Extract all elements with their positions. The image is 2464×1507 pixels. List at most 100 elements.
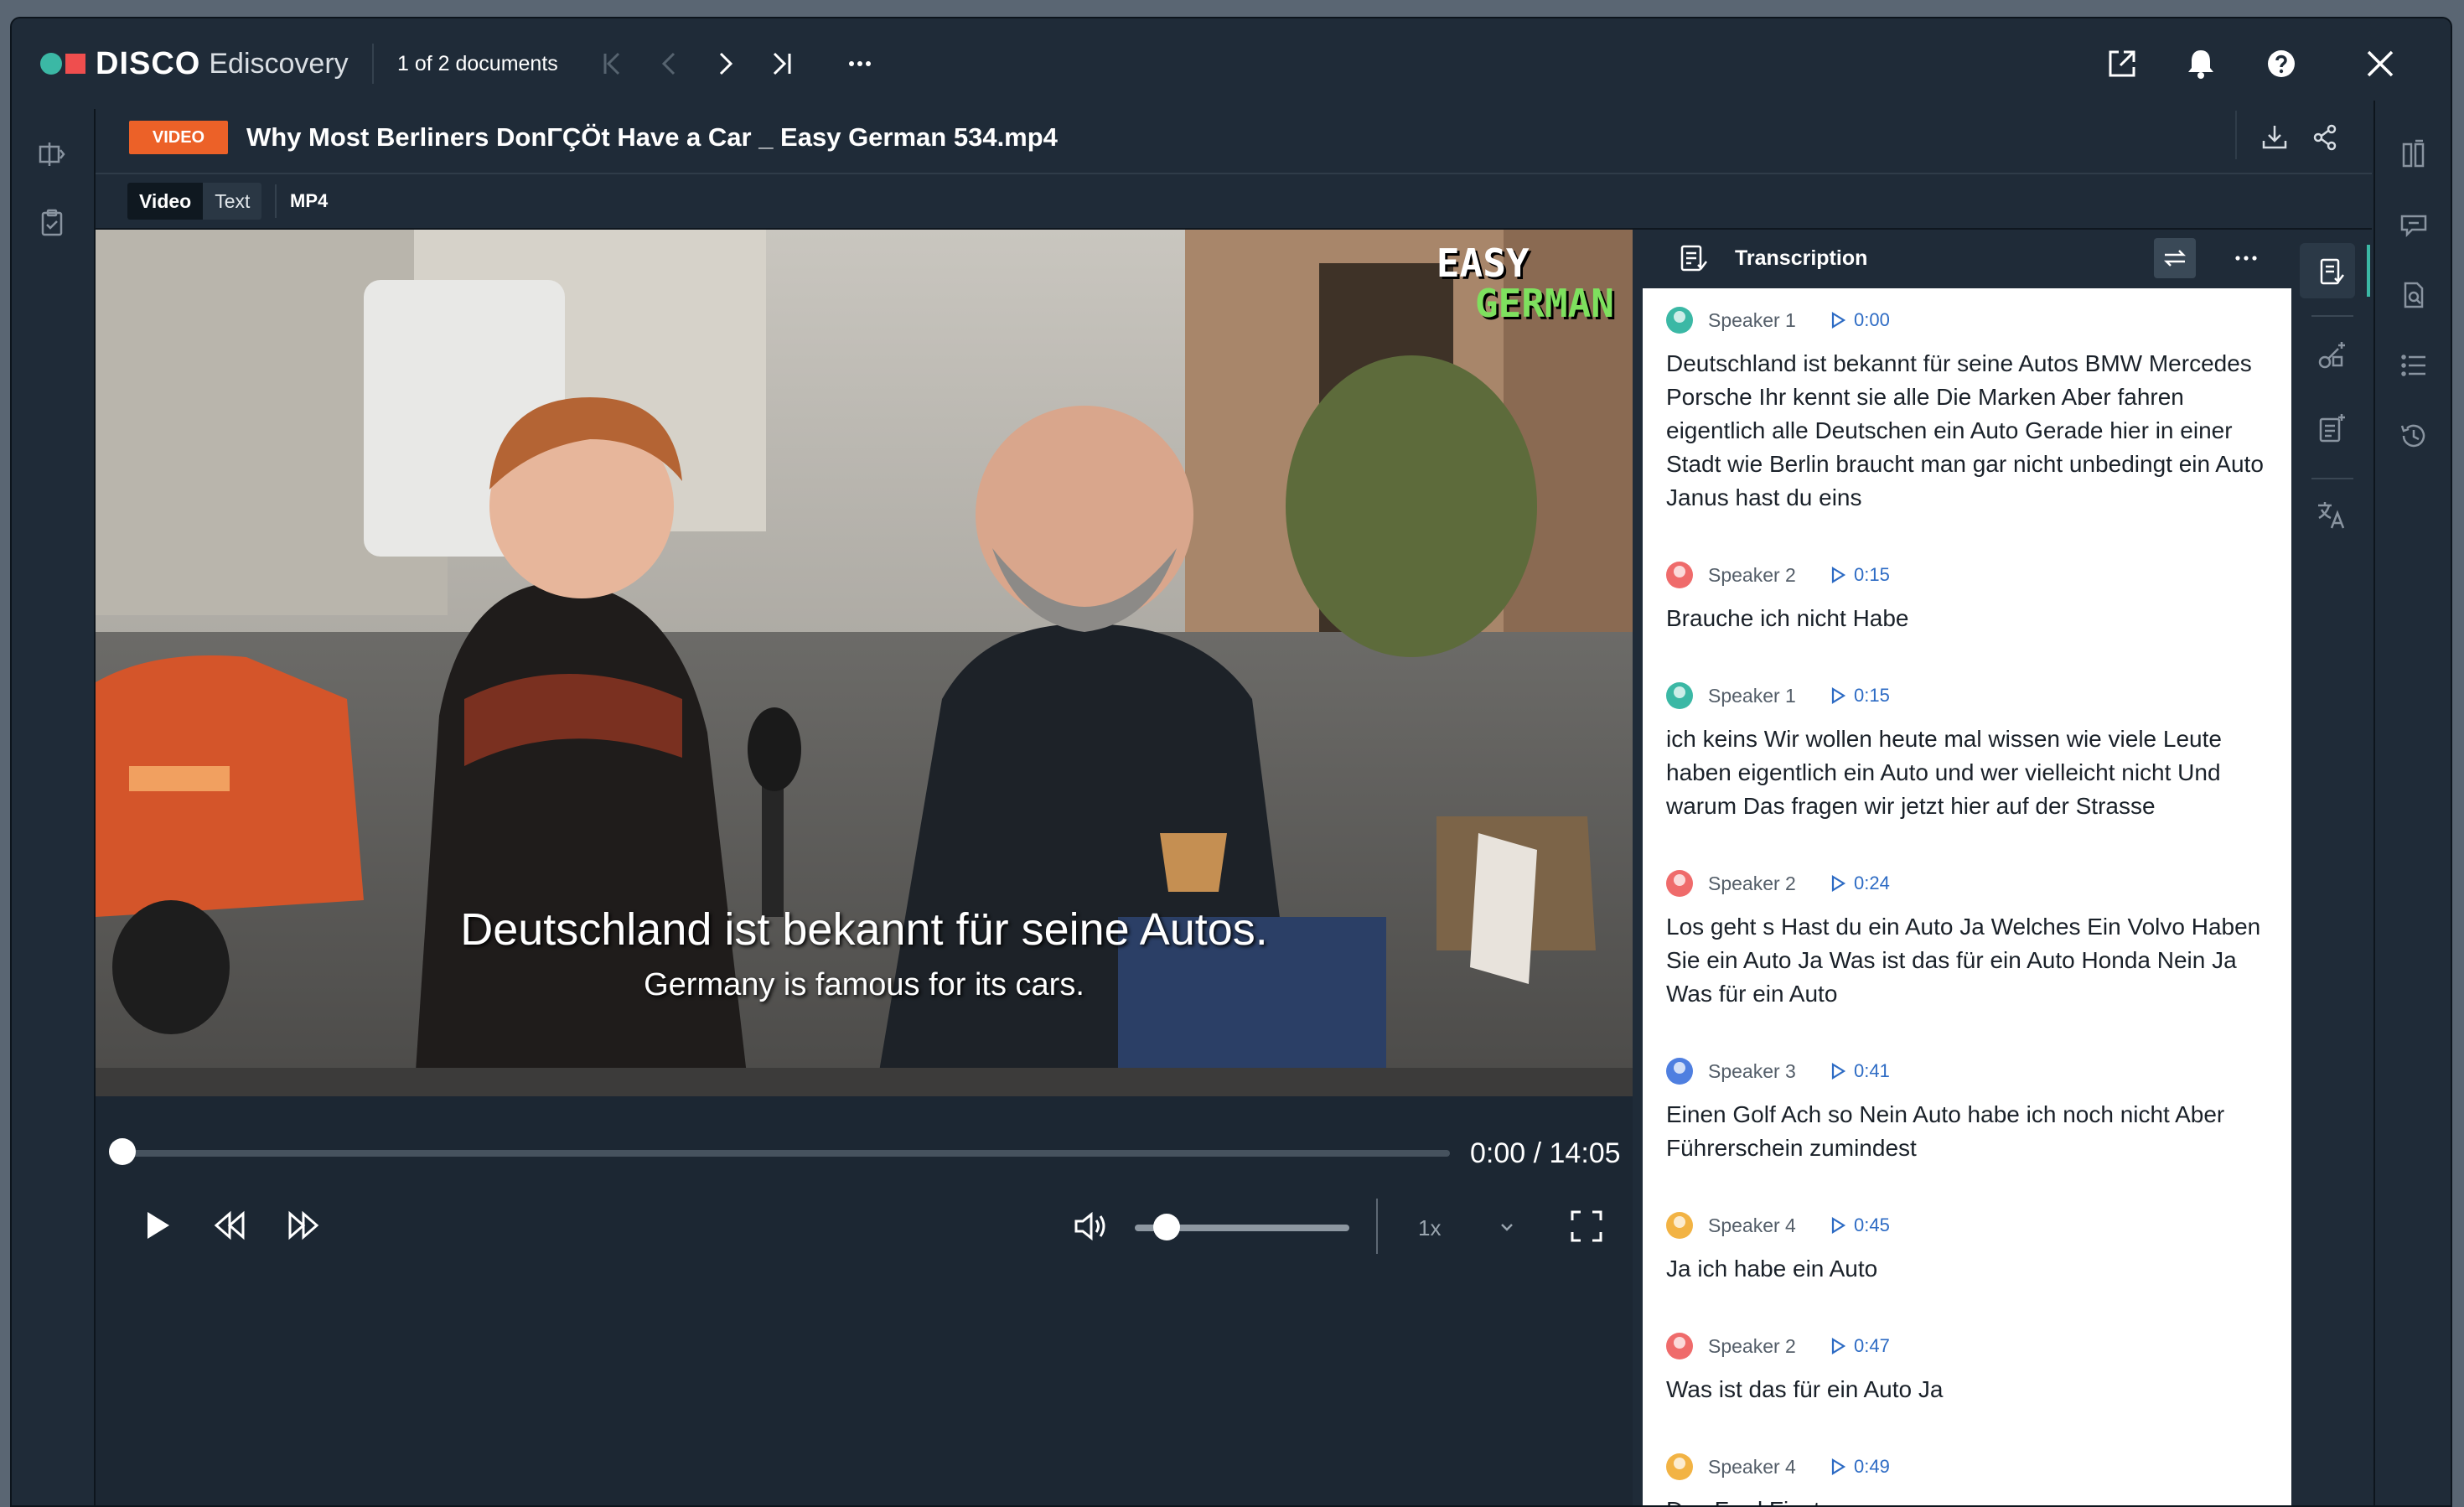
document-type-badge: VIDEO [129,121,228,154]
annotate-icon[interactable] [2315,339,2348,372]
play-segment-icon[interactable] [1825,872,1849,895]
speaker-avatar [1666,1212,1693,1239]
segment-text: Los geht s Hast du ein Auto Ja Welches E… [1666,914,2261,1007]
app-logo[interactable]: DISCO Ediscovery [40,42,349,85]
subtitle-english: Germany is famous for its cars. [644,967,1084,1002]
panel-toggle-icon[interactable] [35,137,69,171]
clipboard-check-icon[interactable] [35,206,69,240]
transcription-title: Transcription [1735,246,1868,270]
open-external-icon[interactable] [2100,42,2144,85]
volume-icon[interactable] [1069,1205,1111,1247]
segment-timestamp[interactable]: 0:00 [1854,309,1890,331]
rewind-icon[interactable] [208,1204,251,1247]
segment-timestamp[interactable]: 0:15 [1854,685,1890,707]
tab-mp4[interactable]: MP4 [290,183,328,220]
transcript-segment[interactable]: Speaker 3 0:41 Einen Golf Ach so Nein Auto… [1666,1054,2278,1165]
first-page-icon[interactable] [592,44,632,84]
view-tab-group: Video Text [127,183,262,220]
share-icon[interactable] [2308,121,2342,154]
sync-icon [2163,250,2187,267]
transcript-segment[interactable]: Speaker 1 0:15 ich keins Wir wollen heute … [1666,679,2278,823]
transcript-segment[interactable]: Speaker 4 0:49 Das Ford Fiesta [1666,1450,2278,1505]
list-icon[interactable] [2397,349,2430,382]
speaker-avatar [1666,870,1693,897]
close-icon[interactable] [2358,42,2402,85]
segment-text: Das Ford Fiesta [1666,1494,2278,1505]
play-segment-icon[interactable] [1825,1334,1849,1358]
transcript-segment[interactable]: Speaker 2 0:47 Was ist das für ein Auto Ja [1666,1329,2278,1406]
play-icon[interactable] [134,1204,178,1247]
seek-bar[interactable] [121,1150,1450,1157]
transcription-icon[interactable] [2315,255,2348,288]
transcription-panel: Transcription Speaker 1 0:00 Deutschland i… [1643,230,2291,1505]
speaker-name: Speaker 4 [1708,1455,1796,1478]
history-icon[interactable] [2397,419,2430,453]
previous-icon[interactable] [649,44,689,84]
play-segment-icon[interactable] [1825,308,1849,332]
notes-icon[interactable] [2315,411,2348,444]
logo-product: Ediscovery [209,47,349,80]
speaker-avatar [1666,682,1693,709]
segment-header: Speaker 4 0:49 [1666,1450,2278,1484]
fast-forward-icon[interactable] [282,1204,325,1247]
top-bar: DISCO Ediscovery 1 of 2 documents [12,18,2451,109]
download-icon[interactable] [2258,121,2291,154]
segment-timestamp[interactable]: 0:45 [1854,1214,1890,1236]
segment-timestamp[interactable]: 0:41 [1854,1060,1890,1082]
volume-handle[interactable] [1152,1214,1180,1240]
divider [2311,478,2353,479]
tab-text[interactable]: Text [203,183,261,220]
last-page-icon[interactable] [763,44,803,84]
subtitle-german: Deutschland ist bekannt für seine Autos. [460,904,1268,955]
comments-icon[interactable] [2397,208,2430,241]
play-segment-icon[interactable] [1825,563,1849,587]
speaker-avatar [1666,1058,1693,1085]
bell-icon[interactable] [2179,42,2223,85]
segment-text: Ja ich habe ein Auto [1666,1256,1878,1282]
fullscreen-icon[interactable] [1566,1205,1607,1247]
left-rail [12,109,96,1505]
video-frame[interactable]: EASY GERMAN Deutschland ist bekannt für … [96,230,1633,1096]
chevron-down-icon[interactable] [1495,1215,1519,1239]
next-icon[interactable] [706,44,746,84]
segment-timestamp[interactable]: 0:15 [1854,564,1890,586]
divider [372,44,374,84]
columns-icon[interactable] [2397,137,2430,171]
transcript-segment[interactable]: Speaker 2 0:15 Brauche ich nicht Habe [1666,558,2278,635]
play-segment-icon[interactable] [1825,1455,1849,1479]
transcript-segment[interactable]: Speaker 2 0:24 Los geht s Hast du ein Auto… [1666,867,2278,1011]
logo-line-1: EASY [1436,241,1530,286]
seek-handle[interactable] [109,1138,136,1165]
divider [2235,111,2237,159]
search-doc-icon[interactable] [2397,278,2430,312]
tab-video[interactable]: Video [127,183,204,220]
segment-text: Was ist das für ein Auto Ja [1666,1376,1944,1402]
video-scene-image [96,230,1633,1096]
transcript-segment[interactable]: Speaker 1 0:00 Deutschland ist bekannt für… [1666,303,2278,515]
play-segment-icon[interactable] [1825,1214,1849,1237]
sync-scroll-button[interactable] [2154,238,2196,278]
speaker-avatar [1666,307,1693,334]
play-segment-icon[interactable] [1825,684,1849,707]
logo-line-2: GERMAN [1474,281,1614,326]
document-title: Why Most Berliners DonΓÇÖt Have a Car _ … [246,122,1058,152]
transcript-segment[interactable]: Speaker 4 0:45 Ja ich habe ein Auto [1666,1209,2278,1286]
transcription-icon [1676,241,1710,275]
segment-header: Speaker 2 0:15 [1666,558,2278,592]
app-window: DISCO Ediscovery 1 of 2 documents VIDEO … [10,17,2452,1507]
transcription-more-icon[interactable] [2229,243,2263,273]
help-icon[interactable] [2260,42,2303,85]
document-counter: 1 of 2 documents [397,52,558,75]
easy-german-logo: EASY GERMAN [1436,243,1614,324]
translate-icon[interactable] [2315,498,2348,531]
segment-header: Speaker 1 0:15 [1666,679,2278,712]
speaker-name: Speaker 2 [1708,1334,1796,1357]
more-icon[interactable] [840,44,880,84]
logo-square [65,54,85,74]
divider [1376,1199,1378,1254]
segment-timestamp[interactable]: 0:49 [1854,1456,1890,1478]
play-segment-icon[interactable] [1825,1059,1849,1083]
speaker-name: Speaker 1 [1708,684,1796,707]
segment-timestamp[interactable]: 0:47 [1854,1335,1890,1357]
segment-timestamp[interactable]: 0:24 [1854,873,1890,894]
